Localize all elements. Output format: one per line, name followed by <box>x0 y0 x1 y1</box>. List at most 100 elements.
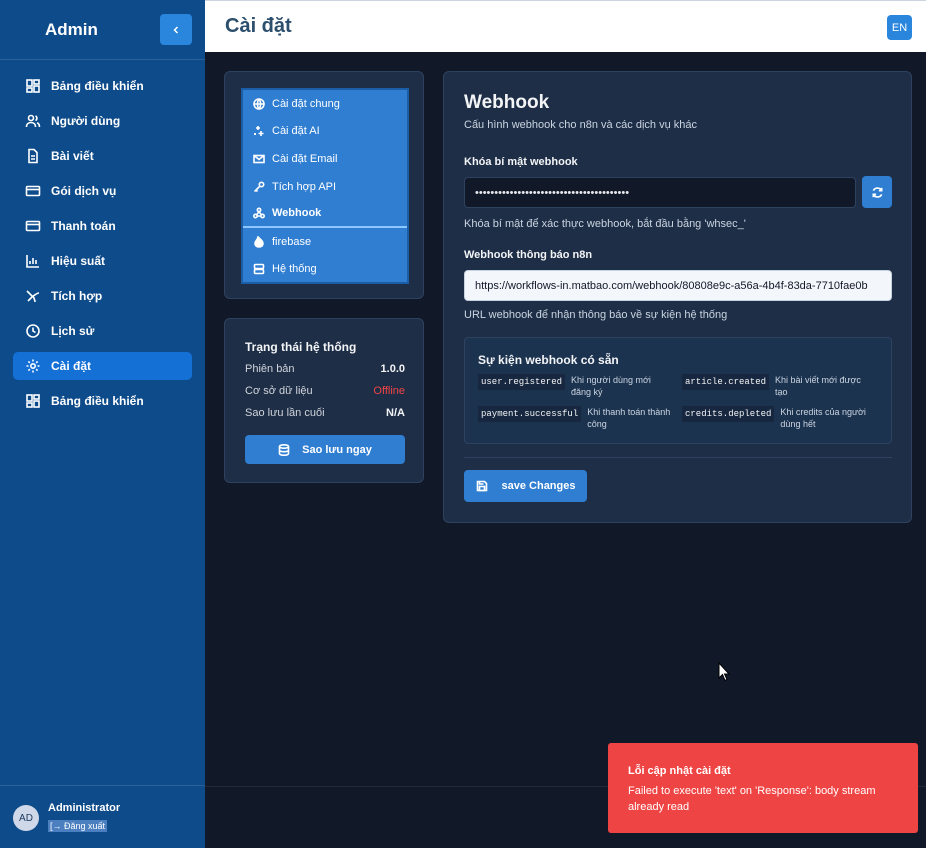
key-icon <box>253 181 265 192</box>
sidebar-item-settings[interactable]: Cài đặt <box>13 352 192 380</box>
status-row-backup: Sao lưu lần cuối N/A <box>245 407 405 419</box>
save-icon <box>476 480 487 492</box>
users-icon <box>25 114 41 128</box>
toast-title: Lỗi cập nhật cài đặt <box>628 765 731 777</box>
webhook-card: Webhook Cấu hình webhook cho n8n và các … <box>443 71 912 523</box>
tab-general[interactable]: Cài đặt chung <box>243 90 407 118</box>
url-label: Webhook thông báo n8n <box>464 249 593 261</box>
logout-link[interactable]: [→ Đăng xuất <box>48 820 108 832</box>
webhook-url-input[interactable] <box>464 270 892 301</box>
sidebar-item-label: Bảng điều khiển <box>51 79 144 93</box>
sidebar-item-history[interactable]: Lịch sử <box>13 317 192 345</box>
brand-title: Admin <box>45 20 98 39</box>
divider <box>464 457 892 458</box>
status-label: Sao lưu lần cuối <box>245 407 325 419</box>
status-value: 1.0.0 <box>380 363 405 375</box>
server-icon <box>253 264 265 275</box>
save-changes-button[interactable]: save Changes <box>464 470 587 502</box>
events-box: Sự kiện webhook có sẵn user.registered K… <box>464 337 892 444</box>
section-title: Webhook <box>464 92 550 113</box>
sidebar-item-users[interactable]: Người dùng <box>13 107 192 135</box>
sidebar-item-label: Bảng điều khiển <box>51 394 144 408</box>
tab-firebase[interactable]: firebase <box>243 228 407 256</box>
card-icon <box>25 185 41 197</box>
sidebar-item-articles[interactable]: Bài viết <box>13 142 192 170</box>
event-code: article.created <box>682 374 770 390</box>
mail-icon <box>253 154 265 164</box>
user-name: Administrator <box>48 802 121 814</box>
sidebar-item-label: Tích hợp <box>51 289 103 303</box>
language-button[interactable]: EN <box>887 15 912 40</box>
settings-menu-card: Cài đặt chung Cài đặt AI Cài đặt Email T… <box>224 71 424 299</box>
sidebar-item-dashboard[interactable]: Bảng điều khiển <box>13 72 192 100</box>
sidebar: Admin Bảng điều khiển Người dùng Bài viế… <box>0 0 205 848</box>
sidebar-item-integrations[interactable]: Tích hợp <box>13 282 192 310</box>
sidebar-item-dashboard-2[interactable]: Bảng điều khiển <box>13 387 192 415</box>
topbar: Cài đặt EN <box>205 0 926 52</box>
tab-label: Hệ thống <box>272 263 317 276</box>
tab-label: Cài đặt AI <box>272 125 320 138</box>
error-toast[interactable]: Lỗi cập nhật cài đặt Failed to execute '… <box>608 743 918 833</box>
plug-icon <box>26 290 40 303</box>
event-code: user.registered <box>478 374 566 390</box>
sidebar-item-label: Gói dịch vụ <box>51 184 117 198</box>
database-icon <box>278 443 290 456</box>
webhook-secret-input[interactable] <box>464 177 856 208</box>
collapse-sidebar-button[interactable] <box>160 14 192 45</box>
sidebar-nav: Bảng điều khiển Người dùng Bài viết Gói … <box>13 72 192 422</box>
sidebar-item-payments[interactable]: Thanh toán <box>13 212 192 240</box>
sidebar-item-label: Người dùng <box>51 114 121 128</box>
tab-system[interactable]: Hệ thống <box>243 256 407 284</box>
tab-webhook[interactable]: Webhook <box>243 200 407 228</box>
event-item: payment.successful Khi thanh toán thành … <box>478 406 678 430</box>
status-row-database: Cơ sở dữ liệu Offline <box>245 385 405 397</box>
sparkles-icon <box>254 126 264 137</box>
tab-ai[interactable]: Cài đặt AI <box>243 118 407 146</box>
events-title: Sự kiện webhook có sẵn <box>478 353 619 367</box>
secret-hint: Khóa bí mật để xác thực webhook, bắt đầu… <box>464 218 746 230</box>
status-value: N/A <box>386 407 405 419</box>
event-description: Khi thanh toán thành công <box>587 407 671 429</box>
backup-label: Sao lưu ngay <box>302 443 372 456</box>
event-description: Khi credits của người dùng hết <box>780 407 866 429</box>
backup-now-button[interactable]: Sao lưu ngay <box>245 435 405 464</box>
bar-chart-icon <box>26 255 39 268</box>
event-code: payment.successful <box>478 406 582 422</box>
sidebar-item-plans[interactable]: Gói dịch vụ <box>13 177 192 205</box>
sidebar-item-label: Hiệu suất <box>51 254 106 268</box>
gear-icon <box>26 359 40 373</box>
clock-icon <box>26 324 40 338</box>
document-icon <box>28 148 38 164</box>
toast-message: Failed to execute 'text' on 'Response': … <box>628 785 876 813</box>
avatar: AD <box>13 805 39 831</box>
dashboard-icon <box>26 394 40 408</box>
event-description: Khi bài viết mới được tạo <box>775 375 861 397</box>
sidebar-item-performance[interactable]: Hiệu suất <box>13 247 192 275</box>
sidebar-item-label: Cài đặt <box>51 359 92 373</box>
event-item: user.registered Khi người dùng mới đăng … <box>478 374 678 398</box>
globe-icon <box>253 97 265 110</box>
flame-icon <box>254 235 264 248</box>
event-item: article.created Khi bài viết mới được tạ… <box>682 374 882 398</box>
tab-label: Cài đặt chung <box>272 97 340 110</box>
section-subtitle: Cấu hình webhook cho n8n và các dịch vụ … <box>464 119 697 131</box>
tab-api[interactable]: Tích hợp API <box>243 173 407 201</box>
event-description: Khi người dùng mới đăng ký <box>571 375 651 397</box>
status-value: Offline <box>373 385 405 397</box>
event-code: credits.depleted <box>682 406 775 422</box>
page-title: Cài đặt <box>225 15 292 37</box>
dashboard-icon <box>26 79 40 93</box>
refresh-icon <box>871 186 883 198</box>
tab-label: Tích hợp API <box>272 180 337 193</box>
url-hint: URL webhook để nhận thông báo về sự kiện… <box>464 309 728 321</box>
webhook-icon <box>253 207 265 219</box>
tab-label: firebase <box>272 235 312 248</box>
status-title: Trạng thái hệ thống <box>245 340 357 354</box>
regenerate-secret-button[interactable] <box>862 176 892 208</box>
event-item: credits.depleted Khi credits của người d… <box>682 406 882 430</box>
sidebar-footer: AD Administrator [→ Đăng xuất <box>0 785 205 848</box>
settings-menu: Cài đặt chung Cài đặt AI Cài đặt Email T… <box>241 88 409 284</box>
status-row-version: Phiên bản 1.0.0 <box>245 363 405 375</box>
sidebar-item-label: Bài viết <box>51 149 94 163</box>
tab-email[interactable]: Cài đặt Email <box>243 145 407 173</box>
